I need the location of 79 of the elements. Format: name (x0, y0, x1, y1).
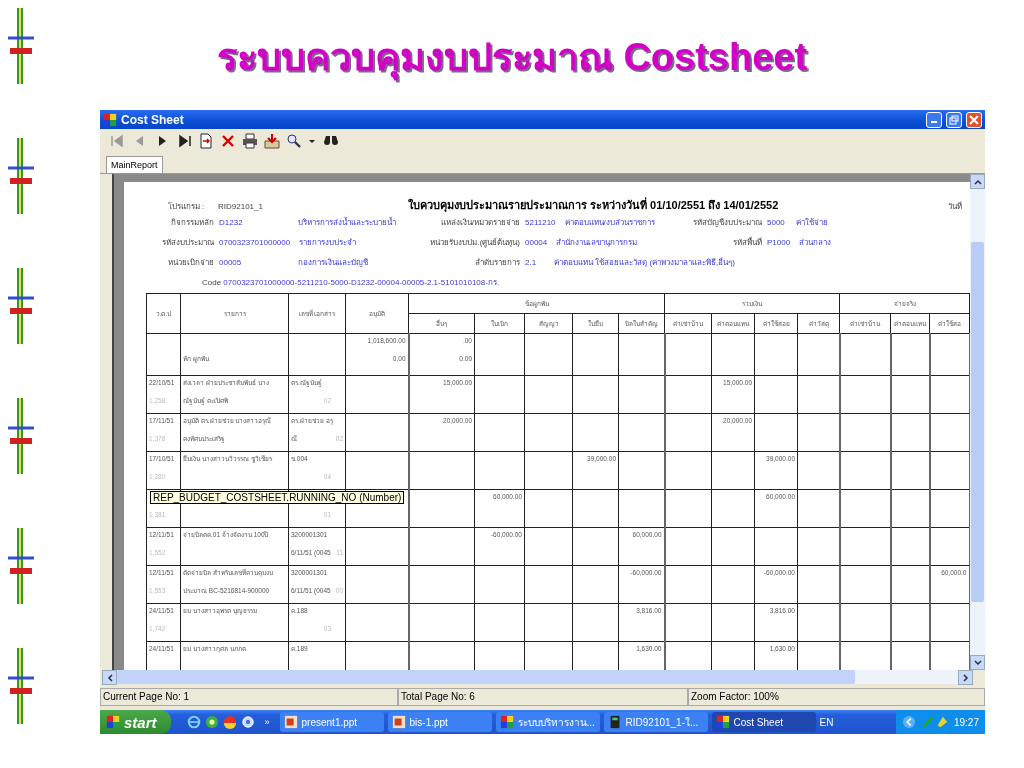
upload-icon[interactable] (264, 133, 280, 149)
field-value: D1232 (219, 218, 244, 227)
print-icon[interactable] (242, 133, 258, 149)
code-label: Code (202, 278, 222, 287)
close-icon[interactable] (220, 133, 236, 149)
report-title: ใบควบคุมงบประมาณรายประมาณการ ระหว่างวันที่ 01/10/2551 ถึง 14/01/2552 (408, 196, 780, 214)
field-label: ลำดับรายการ (474, 257, 520, 269)
program-label: โปรแกรม : (166, 201, 205, 213)
decoration-icon (6, 528, 36, 604)
taskbar-button[interactable]: present1.ppt (279, 712, 384, 732)
status-text: Current Page No: 1 (100, 688, 398, 706)
program-code: RID92101_1 (218, 202, 264, 211)
decoration-icon (6, 648, 36, 724)
scrollbar-thumb[interactable] (971, 242, 984, 602)
field-value: 2.1 (525, 258, 538, 267)
field-description: ส่วนกลาง (799, 237, 832, 249)
more-button[interactable]: » (264, 717, 270, 727)
taskbar-button[interactable]: Cost Sheet (711, 712, 816, 732)
scroll-left-button[interactable] (102, 670, 117, 685)
report-tab[interactable]: MainReport (106, 156, 163, 173)
field-value: P1000 (767, 238, 791, 247)
field-label: หน่วยรับงบปม.(ศูนย์ต้นทุน) (429, 237, 520, 249)
last-page-icon[interactable] (176, 133, 192, 149)
field-label: หน่วยเบิกจ่าย (167, 257, 214, 269)
field-description: กองการเงินและบัญชี (298, 257, 368, 269)
window-title: Cost Sheet (121, 112, 185, 127)
app-icon (103, 112, 117, 127)
gear-icon[interactable] (240, 715, 255, 729)
app-icon (715, 715, 730, 729)
taskbar-button[interactable]: RID92101_1-ใ... (603, 712, 708, 732)
field-label: รหัสพื้นที่ (732, 236, 762, 249)
decoration-icon (6, 398, 36, 474)
field-description: ค่าตอบแทน/งบส่วนราชการ (564, 217, 655, 229)
code-value: 0700323701000000-5211210-5000-D1232-00004-00005-2.1-5101010108-กร. (223, 278, 500, 287)
field-value: 00005 (219, 258, 243, 267)
scroll-down-button[interactable] (970, 655, 985, 670)
circle-icon[interactable] (222, 715, 237, 729)
minimize-button[interactable] (926, 111, 942, 128)
field-label: รหัสบัญชีงบประมาณ (692, 217, 762, 229)
start-button[interactable]: start (100, 710, 171, 734)
field-value: 0700323701000000 (219, 238, 291, 247)
scroll-right-button[interactable] (958, 670, 973, 685)
decoration-icon (6, 8, 36, 84)
field-description: สำนักงานเลขานุการกรม (556, 237, 638, 249)
close-button[interactable] (966, 111, 982, 128)
windows-flag-icon (106, 715, 120, 729)
status-text: Total Page No: 6 (398, 688, 688, 706)
export-icon[interactable] (198, 133, 214, 149)
field-description: รายการงบประจำ (299, 237, 357, 249)
status-text: Zoom Factor: 100% (688, 688, 985, 706)
field-value: 5211210 (525, 218, 556, 227)
restore-icon (949, 114, 959, 125)
restore-button[interactable] (946, 111, 962, 128)
decoration-icon (6, 138, 36, 214)
browser-icon[interactable] (186, 715, 201, 729)
presentation-icon (391, 715, 406, 729)
app-icon (499, 715, 514, 729)
taskbar-button[interactable]: bis-1.ppt (387, 712, 492, 732)
circle-icon[interactable] (204, 715, 219, 729)
field-label: รหัสงบประมาณ (161, 237, 214, 249)
presentation-icon (283, 715, 298, 729)
field-description: ค่าใช้จ่าย (796, 217, 828, 229)
tooltip: REP_BUDGET_COSTSHEET.RUNNING_NO (Number) (150, 491, 405, 504)
field-label: แหล่งเงิน/หมวดรายจ่าย (439, 217, 520, 229)
close-icon (969, 114, 979, 125)
field-description: บริหารการส่งน้ำและระบายน้ำ (298, 216, 396, 229)
chevron-icon[interactable] (901, 715, 916, 729)
field-label: กิจกรรมหลัก (170, 217, 214, 229)
zoom-icon[interactable] (286, 133, 302, 149)
date-label: วันที่ (948, 200, 962, 213)
field-value: 00004 (525, 238, 548, 247)
scrollbar-thumb[interactable] (117, 670, 855, 684)
field-value: 5000 (767, 218, 786, 227)
field-description: ค่าตอบแทน ใช้สอยและวัสดุ (ค่าพวงมาลาและพิธี,อื่นๆ) (554, 256, 735, 269)
scroll-up-button[interactable] (970, 174, 985, 189)
decoration-icon (6, 268, 36, 344)
taskbar-button[interactable]: ระบบบริหารงาน... (495, 712, 600, 732)
language-indicator[interactable]: EN (819, 716, 834, 728)
clock: 19:27 (953, 716, 979, 728)
